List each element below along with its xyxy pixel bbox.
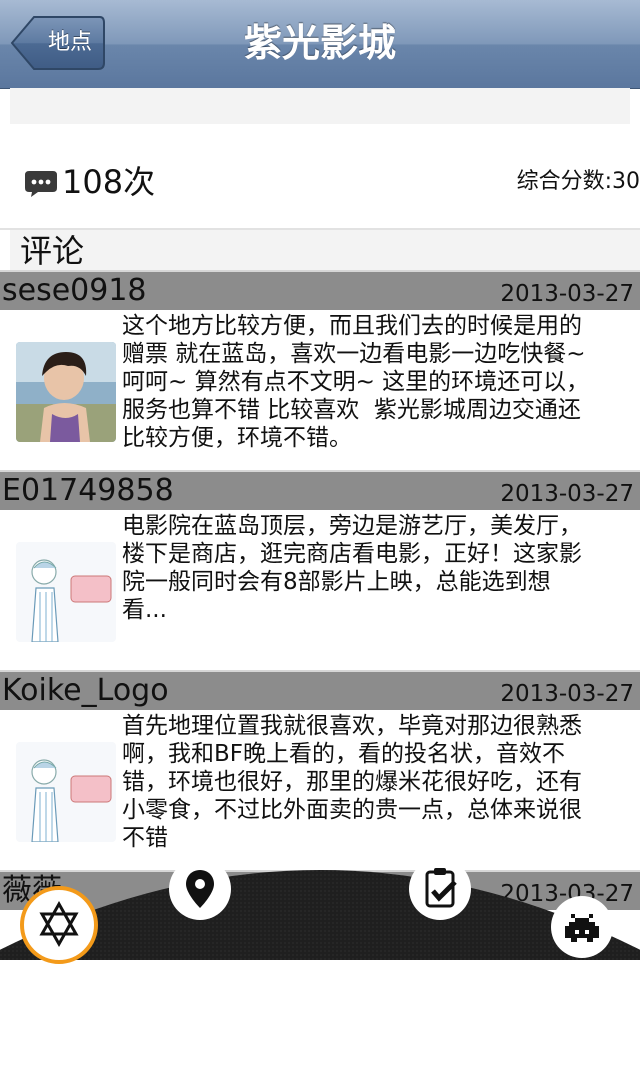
star-of-david-icon [39,900,79,948]
navigation-bar: 地点 紫光影城 [0,0,640,89]
review-date: 2013-03-27 [500,481,634,507]
review-item[interactable]: sese0918 2013-03-27 这个地方比较方便，而且我们去的时候是用的… [0,270,640,470]
tab-location[interactable] [169,858,231,920]
user-avatar [16,542,116,642]
review-text: 这个地方比较方便，而且我们去的时候是用的 赠票 就在蓝岛，喜欢一边看电影一边吃快… [122,313,590,451]
tab-games[interactable] [551,896,613,958]
review-header: E01749858 2013-03-27 [0,470,640,510]
overall-score: 综合分数:30 [516,169,640,194]
review-text: 电影院在蓝岛顶层，旁边是游艺厅，美发厅， 楼下是商店，逛完商店看电影，正好！这家… [122,513,582,623]
review-username: sese0918 [2,273,147,308]
back-button-label: 地点 [47,30,92,55]
tab-checkin[interactable] [409,858,471,920]
tab-bar [0,870,640,960]
stats-row: 108次 综合分数:30 [0,124,640,230]
tab-favorites[interactable] [20,886,98,964]
user-avatar [16,742,116,842]
review-header: Koike_Logo 2013-03-27 [0,670,640,710]
comments-heading: 评论 [20,232,85,270]
space-invader-icon [565,914,599,942]
comment-count: 108次 [62,163,156,201]
review-date: 2013-03-27 [500,681,634,707]
info-banner [10,88,630,125]
back-button[interactable]: 地点 [10,15,106,71]
user-avatar [16,342,116,442]
comments-section-header: 评论 [10,230,640,270]
review-username: E01749858 [2,473,174,508]
review-date: 2013-03-27 [500,281,634,307]
review-username: Koike_Logo [2,673,169,708]
review-item[interactable]: E01749858 2013-03-27 电影院在蓝岛顶层，旁边是游艺厅，美发厅… [0,470,640,670]
location-pin-icon [186,870,214,908]
page-title: 紫光影城 [243,21,396,65]
comment-bubble-icon [25,171,57,197]
clipboard-check-icon [425,868,457,908]
review-header: sese0918 2013-03-27 [0,270,640,310]
